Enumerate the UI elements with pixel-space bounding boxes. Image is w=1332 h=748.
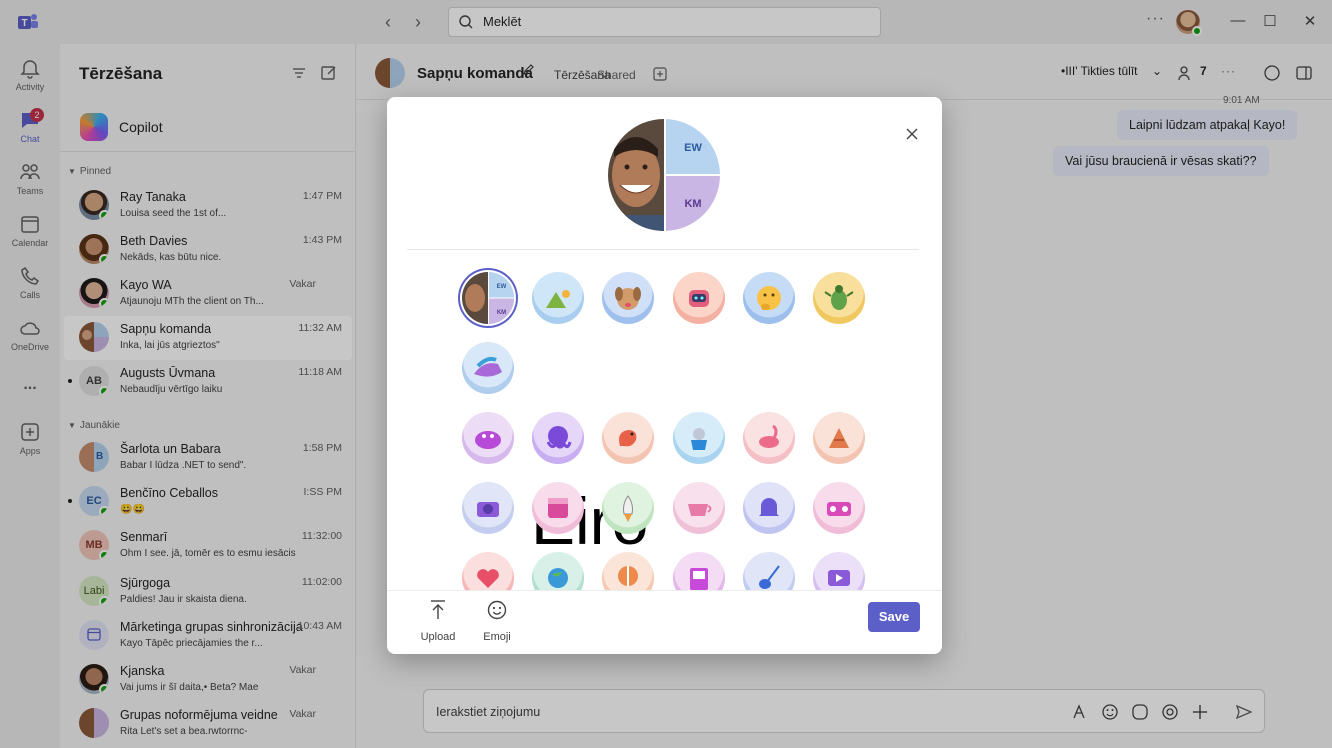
upload-button[interactable]: Upload (413, 599, 463, 643)
avatar-options-grid: EW KM Eiro (387, 257, 942, 590)
dialog-footer: Upload Emoji Save (387, 590, 942, 654)
avatar-option-group-photo[interactable]: EW KM (462, 272, 514, 324)
heart-icon[interactable] (462, 552, 514, 590)
emoji-label: Emoji (483, 631, 511, 643)
guitar-icon[interactable] (743, 552, 795, 590)
emoji-icon (487, 600, 507, 620)
beetle-icon[interactable] (813, 272, 865, 324)
group-avatar-preview: EW KM (608, 119, 720, 231)
video-play-icon[interactable] (813, 552, 865, 590)
shrimp-icon[interactable] (602, 412, 654, 464)
svg-text:EW: EW (497, 284, 507, 290)
thinking-face-icon[interactable] (743, 272, 795, 324)
camping-tent-icon[interactable] (532, 272, 584, 324)
save-button[interactable]: Save (868, 602, 920, 632)
teacup-icon[interactable] (673, 482, 725, 534)
helping-hands-icon[interactable] (462, 342, 514, 394)
group-photo-graphic: EW KM (462, 272, 514, 324)
purple-monster-icon[interactable] (462, 412, 514, 464)
robot-icon[interactable] (673, 272, 725, 324)
avatar-preview-graphic: EW KM (608, 119, 720, 231)
arcade-icon[interactable] (673, 552, 725, 590)
preview-initials-top: EW (684, 142, 702, 154)
robot-bucket-icon[interactable] (673, 412, 725, 464)
boombox-icon[interactable] (813, 482, 865, 534)
close-icon[interactable] (903, 125, 921, 143)
bell-3d-icon[interactable] (743, 482, 795, 534)
shell-icon[interactable] (813, 412, 865, 464)
camera-icon[interactable] (462, 482, 514, 534)
group-avatar-dialog: EW KM EW KM Eiro Upload Emoji Save (387, 97, 942, 654)
octopus-icon[interactable] (532, 412, 584, 464)
dog-icon[interactable] (602, 272, 654, 324)
upload-icon (431, 600, 445, 619)
preview-initials-bottom: KM (684, 198, 701, 210)
flamingo-icon[interactable] (743, 412, 795, 464)
svg-text:KM: KM (497, 310, 506, 316)
emoji-button[interactable]: Emoji (472, 599, 522, 643)
rocket-icon[interactable] (602, 482, 654, 534)
divider (407, 249, 919, 250)
calendar-grid-icon[interactable] (532, 482, 584, 534)
upload-label: Upload (420, 631, 456, 643)
